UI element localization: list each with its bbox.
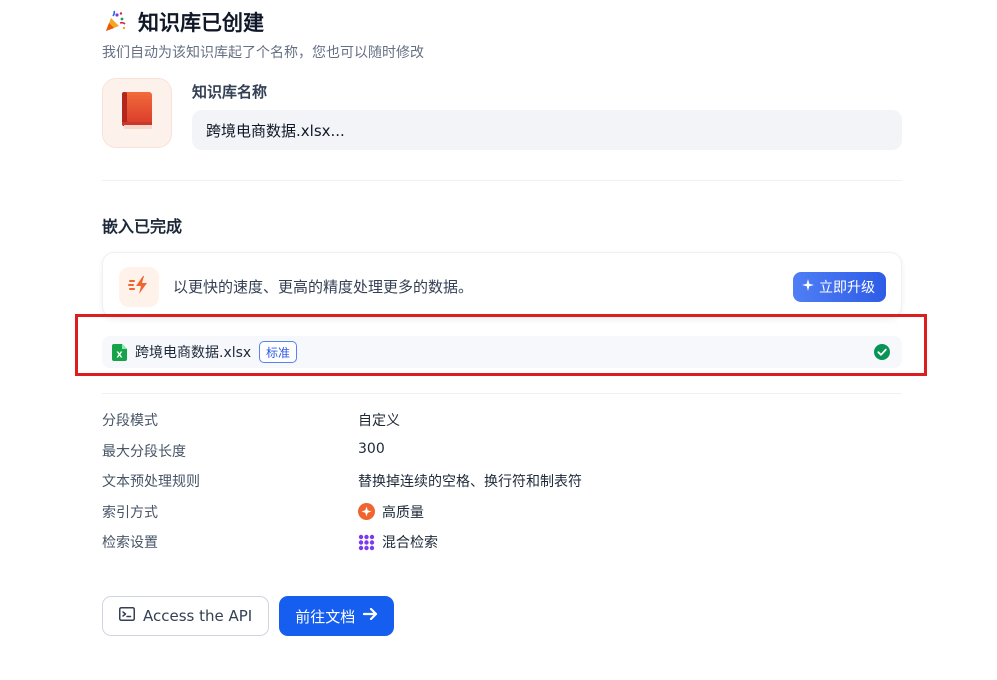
param-value-text: 300: [358, 440, 385, 457]
knowledge-base-name-label: 知识库名称: [192, 83, 268, 101]
embedding-params: 分段模式 自定义 最大分段长度 300 文本预处理规则 替换掉连续的空格、换行符…: [102, 405, 902, 558]
page-subtitle: 我们自动为该知识库起了个名称，您也可以随时修改: [102, 45, 424, 61]
param-value: 混合检索: [358, 532, 438, 552]
upgrade-button[interactable]: 立即升级: [793, 272, 886, 302]
param-row-retrieval-setting: 检索设置 混合检索: [102, 527, 902, 558]
param-value: 替换掉连续的空格、换行符和制表符: [358, 471, 582, 491]
knowledge-base-name-input[interactable]: [192, 110, 902, 150]
hybrid-search-icon: [358, 534, 375, 551]
terminal-icon: [119, 606, 135, 626]
book-icon: [120, 91, 154, 135]
go-to-docs-button[interactable]: 前往文档: [279, 596, 395, 636]
param-value-text: 替换掉连续的空格、换行符和制表符: [358, 474, 582, 490]
param-value: 自定义: [358, 410, 400, 430]
param-row-max-segment-length: 最大分段长度 300: [102, 436, 902, 467]
knowledge-base-icon-box[interactable]: [102, 78, 172, 148]
param-label: 索引方式: [102, 504, 158, 521]
lightning-icon: [128, 275, 150, 299]
high-quality-icon: [358, 503, 375, 520]
param-value-text: 高质量: [382, 504, 424, 521]
upgrade-text: 以更快的速度、更高的精度处理更多的数据。: [173, 278, 474, 296]
param-row-index-method: 索引方式 高质量: [102, 497, 902, 528]
arrow-right-icon: [363, 607, 378, 625]
sparkle-icon: [802, 279, 814, 295]
param-label: 分段模式: [102, 413, 158, 429]
param-value: 300: [358, 441, 385, 457]
upgrade-card: 以更快的速度、更高的精度处理更多的数据。 立即升级: [102, 252, 902, 318]
param-label: 检索设置: [102, 535, 158, 551]
lightning-icon-box: [119, 267, 159, 307]
param-label: 文本预处理规则: [102, 474, 200, 490]
page-title: 知识库已创建: [138, 11, 264, 35]
param-row-segment-mode: 分段模式 自定义: [102, 405, 902, 436]
header: 知识库已创建 我们自动为该知识库起了个名称，您也可以随时修改: [102, 8, 424, 62]
title-row: 知识库已创建: [102, 8, 424, 36]
param-value-text: 混合检索: [382, 535, 438, 551]
action-buttons: Access the API 前往文档: [102, 596, 395, 636]
param-label: 最大分段长度: [102, 443, 186, 460]
go-to-docs-label: 前往文档: [295, 607, 356, 626]
access-api-label: Access the API: [143, 607, 253, 625]
knowledge-base-name-block: 知识库名称: [102, 78, 902, 150]
highlight-box: [75, 314, 927, 376]
param-value-text: 自定义: [358, 413, 400, 429]
access-api-button[interactable]: Access the API: [102, 596, 270, 636]
divider: [102, 180, 902, 181]
param-row-preprocess-rules: 文本预处理规则 替换掉连续的空格、换行符和制表符: [102, 466, 902, 497]
party-popper-icon: [102, 9, 128, 35]
upgrade-button-label: 立即升级: [819, 280, 875, 296]
divider: [102, 393, 902, 394]
param-value: 高质量: [358, 502, 424, 522]
embedding-section-title: 嵌入已完成: [102, 217, 183, 236]
